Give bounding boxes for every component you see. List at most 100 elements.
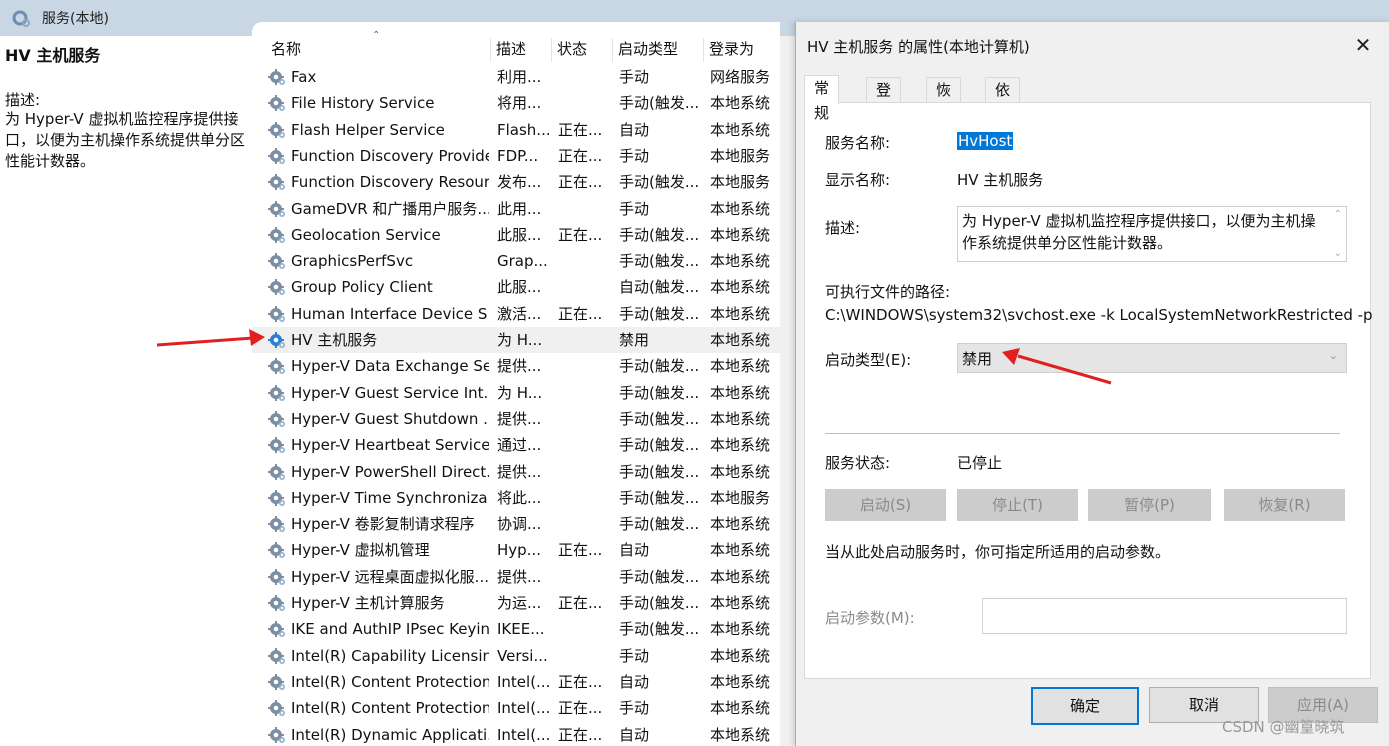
- service-gear-icon: [268, 332, 285, 348]
- startup-type-label: 启动类型(E):: [825, 351, 912, 369]
- column-header-status[interactable]: 状态: [551, 36, 612, 62]
- red-arrow-annotation-startup: [1002, 348, 1112, 385]
- table-row[interactable]: Hyper-V 卷影复制请求程序 协调... 手动(触发... 本地系统: [252, 511, 780, 537]
- cell-logon: 本地系统: [710, 94, 771, 113]
- table-row[interactable]: IKE and AuthIP IPsec Keyin... IKEE... 手动(触…: [252, 616, 780, 642]
- cell-name: HV 主机服务: [291, 331, 378, 349]
- cell-desc: Intel(...: [497, 725, 551, 744]
- cell-status: 正在...: [558, 304, 603, 323]
- service-gear-icon: [268, 489, 285, 506]
- tab-general[interactable]: 常规: [804, 75, 840, 122]
- column-header-name[interactable]: 名称: [265, 36, 481, 62]
- scroll-up-icon[interactable]: ⌃: [1334, 209, 1342, 220]
- tab-recovery[interactable]: 恢复: [926, 77, 962, 124]
- scroll-down-icon[interactable]: ⌄: [1334, 248, 1342, 259]
- description-field[interactable]: 为 Hyper-V 虚拟机监控程序提供接口，以便为主机操作系统提供单分区性能计数…: [957, 206, 1347, 262]
- table-row[interactable]: Hyper-V Data Exchange Se... 提供... 手动(触发...…: [252, 353, 780, 379]
- table-row[interactable]: Hyper-V Guest Service Int... 为 H... 手动(触发.…: [252, 380, 780, 406]
- cell-desc: Intel(...: [497, 699, 551, 718]
- table-row[interactable]: GraphicsPerfSvc Grap... 手动(触发... 本地系统: [252, 248, 780, 274]
- pause-button[interactable]: 暂停(P): [1088, 489, 1211, 521]
- column-header-desc[interactable]: 描述: [490, 36, 551, 62]
- cell-desc: 协调...: [497, 515, 542, 534]
- table-row[interactable]: Human Interface Device S... 激活... 正在... 手动(…: [252, 301, 780, 327]
- cell-startup: 手动(触发...: [619, 567, 700, 586]
- table-row[interactable]: File History Service 将用... 手动(触发... 本地系统: [252, 90, 780, 116]
- table-row[interactable]: Hyper-V Time Synchroniza... 将此... 手动(触发...…: [252, 485, 780, 511]
- column-header-startup[interactable]: 启动类型: [612, 36, 702, 62]
- cell-logon: 本地系统: [710, 252, 771, 271]
- service-gear-icon: [268, 542, 285, 559]
- start-button[interactable]: 启动(S): [825, 489, 946, 521]
- cell-logon: 本地系统: [710, 120, 771, 139]
- cell-startup: 自动(触发...: [619, 278, 700, 297]
- table-row[interactable]: Group Policy Client 此服... 自动(触发... 本地系统: [252, 274, 780, 300]
- cell-name: Hyper-V Guest Service Int...: [291, 383, 489, 402]
- table-row[interactable]: Hyper-V 主机计算服务 为运... 正在... 手动(触发... 本地系统: [252, 590, 780, 616]
- description-field-label: 描述:: [825, 219, 861, 237]
- dialog-title: HV 主机服务 的属性(本地计算机): [807, 38, 1030, 56]
- table-row[interactable]: Intel(R) Content Protection... Intel(... 正…: [252, 669, 780, 695]
- close-icon[interactable]: ✕: [1353, 35, 1373, 55]
- cell-startup: 手动(触发...: [619, 488, 700, 507]
- start-params-input[interactable]: [982, 598, 1347, 634]
- cell-logon: 本地系统: [710, 357, 771, 376]
- table-row[interactable]: Function Discovery Provide... FDP... 正在...…: [252, 143, 780, 169]
- table-row[interactable]: GameDVR 和广播用户服务... 此用... 手动 本地系统: [252, 196, 780, 222]
- cell-startup: 禁用: [619, 331, 650, 349]
- table-row[interactable]: Intel(R) Dynamic Applicati... Intel(... 正在…: [252, 722, 780, 746]
- cell-name: Fax: [291, 68, 317, 86]
- divider: [825, 433, 1340, 434]
- table-row[interactable]: HV 主机服务 为 H... 禁用 本地系统: [252, 327, 780, 353]
- table-row[interactable]: Hyper-V PowerShell Direct... 提供... 手动(触发..…: [252, 459, 780, 485]
- cell-desc: Hyp...: [497, 541, 541, 560]
- cell-status: 正在...: [558, 120, 603, 139]
- cell-desc: 此用...: [497, 199, 542, 218]
- service-name-value[interactable]: HvHost: [957, 132, 1014, 150]
- cell-name: GameDVR 和广播用户服务...: [291, 199, 489, 218]
- cell-logon: 本地系统: [710, 515, 771, 534]
- table-row[interactable]: Flash Helper Service Flash... 正在... 自动 本地系统: [252, 117, 780, 143]
- cell-desc: 通过...: [497, 436, 542, 455]
- cell-startup: 手动(触发...: [619, 94, 700, 113]
- cell-desc: 提供...: [497, 357, 542, 376]
- table-row[interactable]: Hyper-V Heartbeat Service 通过... 手动(触发... 本地…: [252, 432, 780, 458]
- cell-name: Hyper-V 远程桌面虚拟化服...: [291, 567, 489, 586]
- table-row[interactable]: Geolocation Service 此服... 正在... 手动(触发... 本地系…: [252, 222, 780, 248]
- table-row[interactable]: Hyper-V 虚拟机管理 Hyp... 正在... 自动 本地系统: [252, 537, 780, 563]
- cell-logon: 本地系统: [710, 672, 771, 691]
- cell-logon: 本地系统: [710, 383, 771, 402]
- stop-button[interactable]: 停止(T): [957, 489, 1078, 521]
- table-row[interactable]: Function Discovery Resour... 发布... 正在... 手动…: [252, 169, 780, 195]
- cell-logon: 本地服务: [710, 173, 771, 192]
- service-gear-icon: [268, 410, 285, 427]
- service-gear-icon: [268, 647, 285, 664]
- resume-button[interactable]: 恢复(R): [1224, 489, 1345, 521]
- tab-logon[interactable]: 登录: [866, 77, 902, 124]
- table-row[interactable]: Fax 利用... 手动 网络服务: [252, 64, 780, 90]
- cell-name: File History Service: [291, 94, 435, 113]
- tab-dependencies[interactable]: 依存关系: [985, 77, 1021, 174]
- cell-startup: 手动(触发...: [619, 383, 700, 402]
- table-row[interactable]: Hyper-V Guest Shutdown ... 提供... 手动(触发... 本…: [252, 406, 780, 432]
- table-row[interactable]: Intel(R) Content Protection... Intel(... 正…: [252, 695, 780, 721]
- cell-logon: 本地系统: [710, 567, 771, 586]
- service-gear-icon: [268, 700, 285, 717]
- cell-status: 正在...: [558, 541, 603, 560]
- table-row[interactable]: Intel(R) Capability Licensin... Versi... 手…: [252, 643, 780, 669]
- cell-logon: 本地系统: [710, 436, 771, 455]
- cell-desc: Intel(...: [497, 672, 551, 691]
- services-list: ⌃ 名称 描述 状态 启动类型 登录为 Fax 利用... 手动 网络服务 File H…: [252, 22, 780, 746]
- display-name-value[interactable]: HV 主机服务: [957, 169, 1043, 190]
- chevron-down-icon: ⌄: [1328, 349, 1338, 362]
- cell-logon: 本地系统: [710, 225, 771, 244]
- cell-name: Hyper-V Guest Shutdown ...: [291, 409, 489, 428]
- cell-startup: 手动(触发...: [619, 173, 700, 192]
- cell-name: Hyper-V Heartbeat Service: [291, 436, 489, 455]
- table-row[interactable]: Hyper-V 远程桌面虚拟化服... 提供... 手动(触发... 本地系统: [252, 564, 780, 590]
- start-params-hint: 当从此处启动服务时，你可指定所适用的启动参数。: [825, 543, 1171, 561]
- ok-button[interactable]: 确定: [1031, 687, 1139, 725]
- column-header-logon[interactable]: 登录为: [703, 36, 779, 62]
- cell-startup: 手动(触发...: [619, 462, 700, 481]
- cell-name: Hyper-V 卷影复制请求程序: [291, 515, 475, 534]
